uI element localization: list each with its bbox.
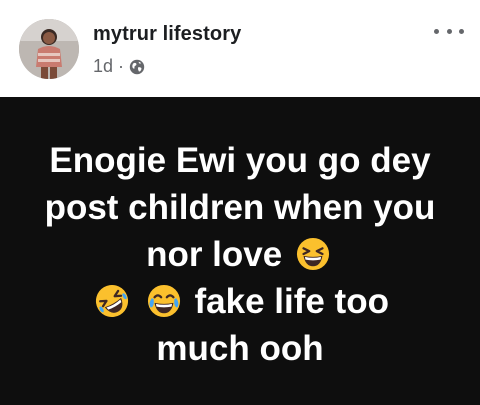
globe-icon[interactable] bbox=[129, 59, 145, 75]
grinning-squinting-face-icon bbox=[296, 237, 329, 270]
avatar[interactable] bbox=[19, 19, 79, 79]
rolling-on-floor-laughing-face-icon bbox=[95, 284, 129, 317]
more-options-icon[interactable] bbox=[434, 24, 464, 38]
post-text-line2: fake life too much ooh bbox=[156, 281, 389, 368]
post-content-area: Enogie Ewi you go dey post children when… bbox=[0, 97, 480, 405]
post-text-line1: Enogie Ewi you go dey post children when… bbox=[44, 140, 436, 274]
author-name[interactable]: mytrur lifestory bbox=[93, 23, 241, 46]
post-time[interactable]: 1d bbox=[93, 56, 113, 77]
tears-of-joy-face-icon bbox=[147, 284, 180, 317]
more-dot bbox=[459, 28, 464, 34]
more-dot bbox=[434, 28, 439, 34]
meta-separator: · bbox=[118, 56, 125, 76]
more-dot bbox=[446, 28, 452, 34]
avatar-photo bbox=[19, 19, 79, 79]
post-meta: 1d · bbox=[93, 56, 145, 77]
post-header: mytrur lifestory 1d · bbox=[0, 0, 480, 97]
facebook-post: mytrur lifestory 1d · Enogie Ewi you go … bbox=[0, 0, 480, 405]
post-text: Enogie Ewi you go dey post children when… bbox=[40, 137, 440, 372]
